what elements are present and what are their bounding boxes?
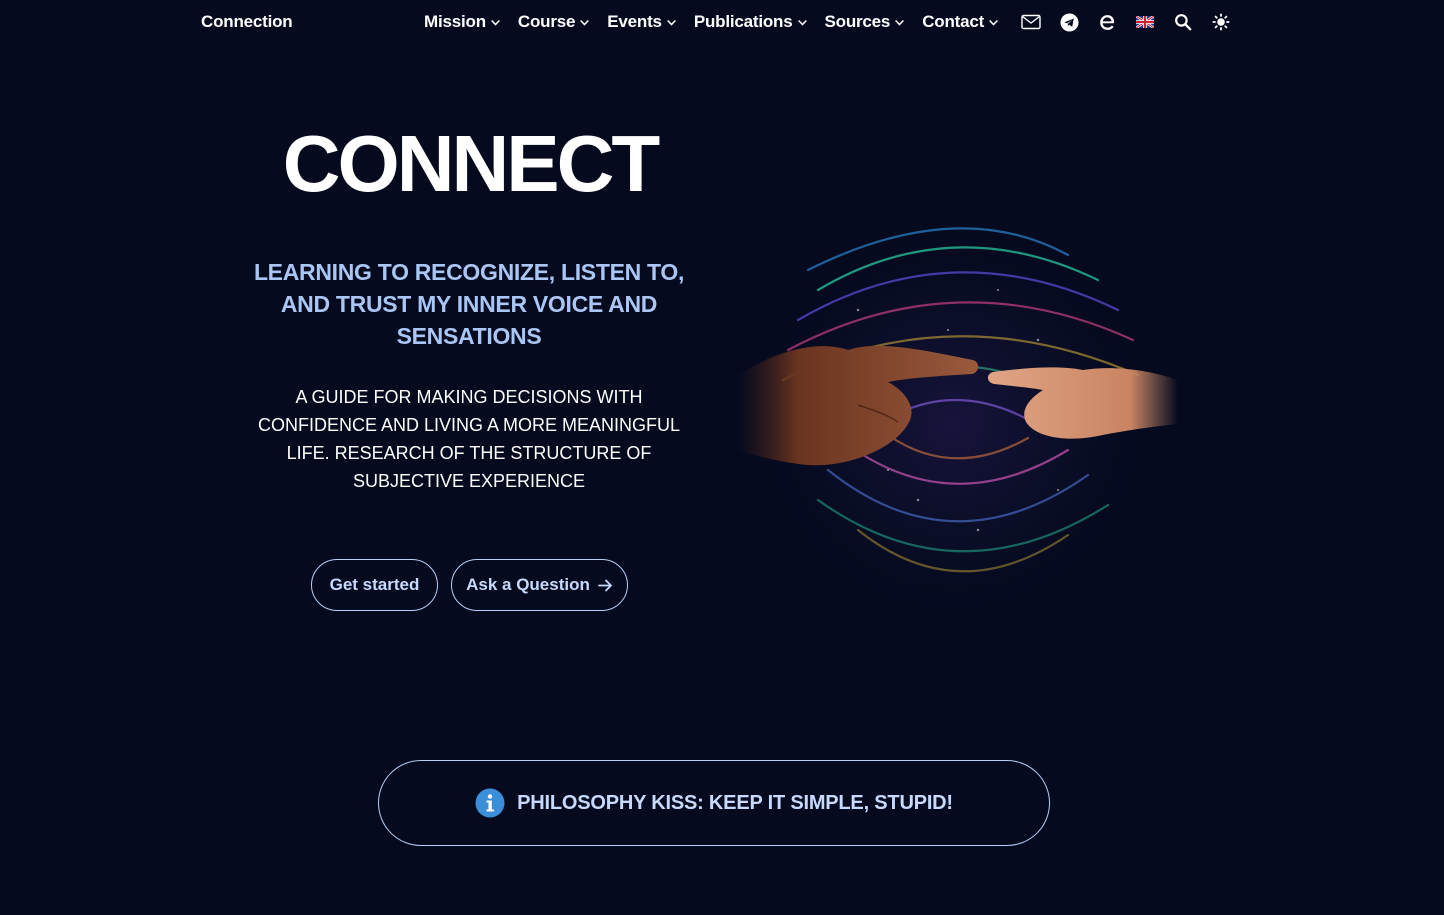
ask-question-label: Ask a Question — [466, 575, 590, 594]
menu-item-mission[interactable]: Mission — [424, 12, 501, 32]
menu-item-publications[interactable]: Publications — [694, 12, 808, 32]
chevron-down-icon — [797, 19, 807, 26]
hero-description: A GUIDE FOR MAKING DECISIONS WITH CONFID… — [257, 387, 681, 491]
search-icon[interactable] — [1172, 11, 1194, 33]
chevron-down-icon — [666, 19, 676, 26]
menu-item-contact[interactable]: Contact — [922, 12, 999, 32]
chevron-down-icon — [490, 19, 500, 26]
main-menu: Mission Course Events Publications Sourc… — [424, 12, 1016, 32]
callout-text: PHILOSOPHY KISS: KEEP IT SIMPLE, STUPID! — [517, 791, 953, 814]
menu-item-label: Sources — [824, 12, 891, 31]
uk-flag-icon[interactable] — [1134, 11, 1156, 33]
hero-illustration — [738, 210, 1178, 620]
hero-subtitle: LEARNING TO RECOGNIZE, LISTEN TO, AND TR… — [253, 259, 685, 349]
menu-item-events[interactable]: Events — [607, 12, 677, 32]
chevron-down-icon — [580, 19, 590, 26]
menu-item-label: Contact — [922, 12, 985, 31]
e-logo-icon[interactable] — [1096, 11, 1118, 33]
menu-item-label: Events — [607, 12, 662, 31]
brand-link[interactable]: Connection — [201, 12, 293, 32]
arrow-right-icon — [597, 579, 612, 591]
menu-item-course[interactable]: Course — [518, 12, 590, 32]
ask-question-button[interactable]: Ask a Question — [451, 559, 628, 611]
get-started-button[interactable]: Get started — [311, 559, 438, 611]
philosophy-callout: PHILOSOPHY KISS: KEEP IT SIMPLE, STUPID! — [378, 760, 1050, 846]
mail-icon[interactable] — [1020, 11, 1042, 33]
nav-icons — [1020, 11, 1248, 33]
menu-item-label: Publications — [693, 12, 793, 31]
theme-toggle-icon[interactable] — [1210, 11, 1232, 33]
menu-item-label: Mission — [424, 12, 486, 31]
menu-item-sources[interactable]: Sources — [825, 12, 906, 32]
hero-title: CONNECT — [282, 119, 661, 208]
top-navigation: Connection Mission Course Events Publica… — [0, 0, 1444, 44]
get-started-label: Get started — [329, 575, 420, 594]
telegram-icon[interactable] — [1058, 11, 1080, 33]
info-icon — [475, 788, 505, 818]
chevron-down-icon — [989, 19, 998, 26]
chevron-down-icon — [895, 19, 905, 26]
menu-item-label: Course — [517, 12, 576, 31]
